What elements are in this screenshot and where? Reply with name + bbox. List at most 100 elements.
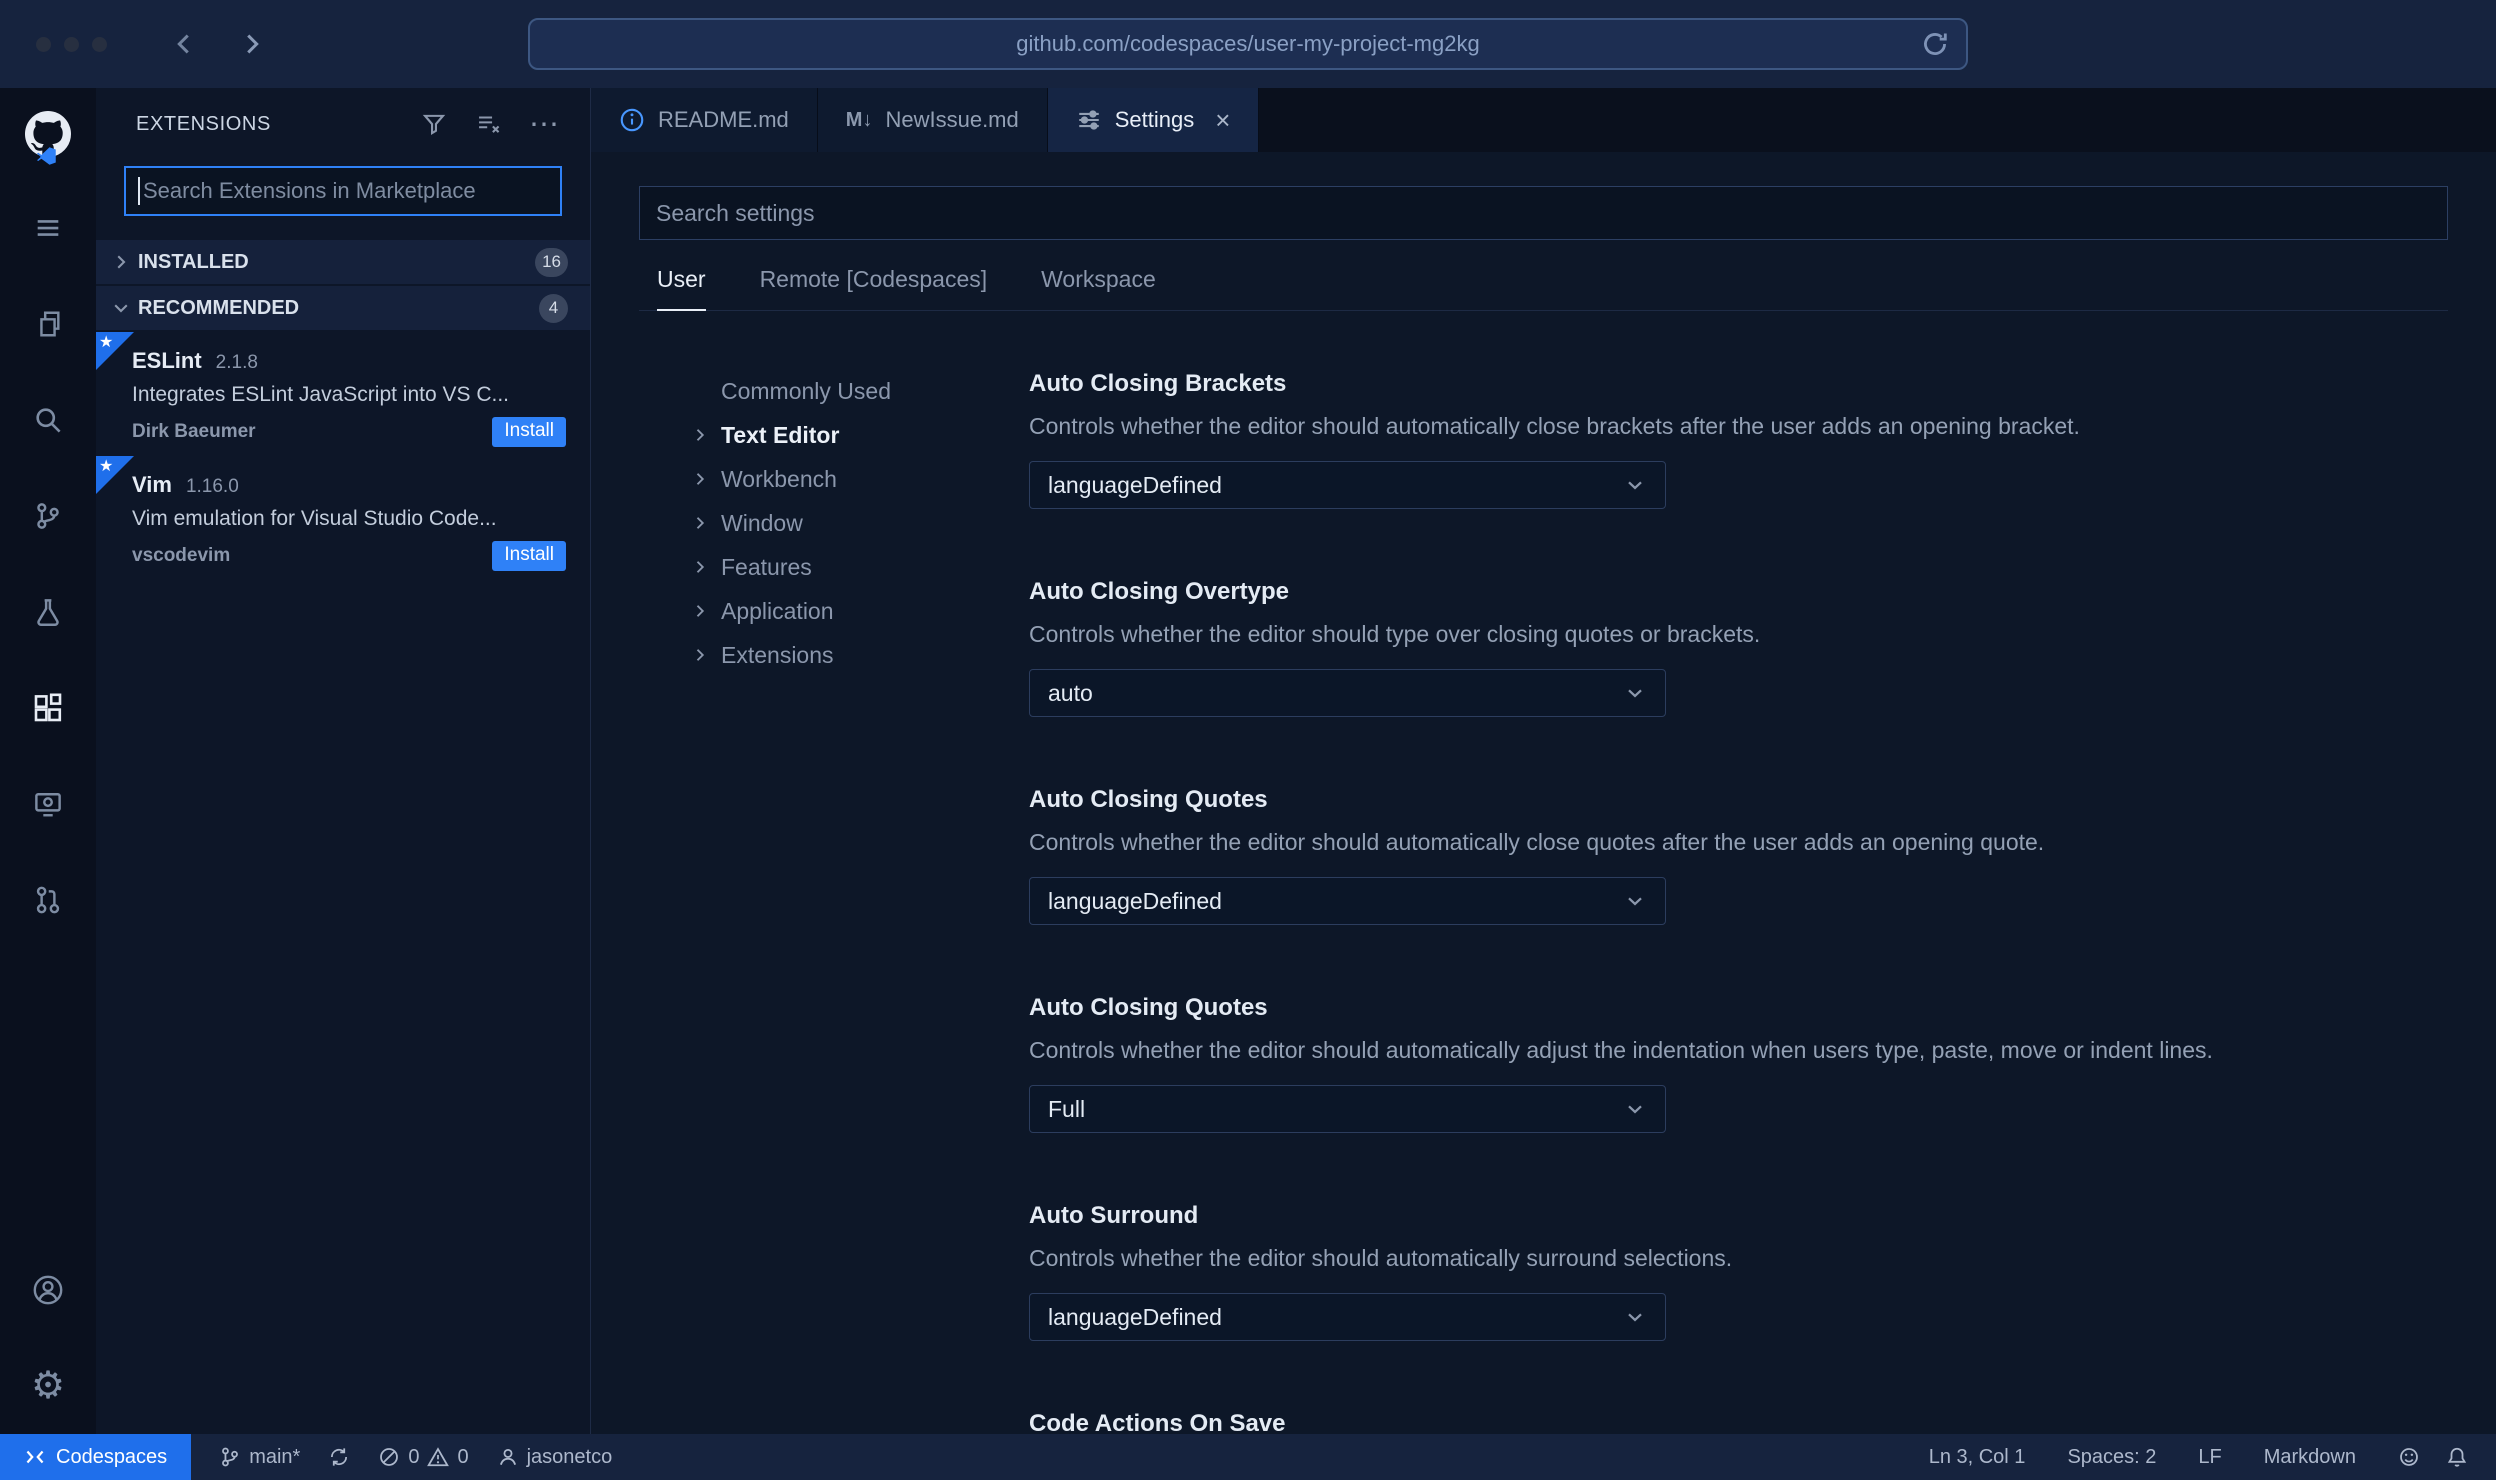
remote-indicator[interactable]: Codespaces bbox=[0, 1434, 192, 1480]
window-controls[interactable] bbox=[36, 36, 107, 52]
setting-description: Controls whether the editor should autom… bbox=[1029, 413, 2080, 439]
toc-window[interactable]: Window bbox=[639, 501, 1029, 545]
chevron-down-icon bbox=[110, 297, 132, 319]
setting-title: Auto Surround bbox=[1029, 1202, 1199, 1229]
extension-name: Vim bbox=[132, 472, 172, 497]
explorer-icon[interactable] bbox=[0, 276, 96, 372]
browser-titlebar: github.com/codespaces/user-my-project-mg… bbox=[0, 0, 2496, 88]
setting-description: Controls whether the editor should type … bbox=[1029, 621, 1761, 647]
more-actions-icon[interactable]: ⋯ bbox=[529, 109, 560, 139]
language-mode[interactable]: Markdown bbox=[2264, 1446, 2356, 1469]
refresh-icon[interactable] bbox=[1920, 29, 1950, 59]
setting-title: Auto Closing Brackets bbox=[1029, 370, 1287, 397]
setting-dropdown[interactable]: languageDefined bbox=[1029, 461, 1666, 509]
toc-label: Features bbox=[721, 553, 812, 580]
remote-explorer-icon[interactable] bbox=[0, 756, 96, 852]
chevron-right-icon bbox=[689, 557, 711, 577]
window-minimize-dot[interactable] bbox=[64, 36, 79, 52]
setting-dropdown[interactable]: auto bbox=[1029, 669, 1666, 717]
problems-status[interactable]: 0 0 bbox=[378, 1446, 469, 1469]
pull-request-icon[interactable] bbox=[0, 852, 96, 948]
scope-tab-user[interactable]: User bbox=[657, 266, 706, 311]
install-button[interactable]: Install bbox=[492, 541, 566, 571]
user-status[interactable]: jasonetco bbox=[497, 1446, 612, 1469]
setting-value: languageDefined bbox=[1048, 471, 1222, 498]
editor-tabbar: README.md M↓ NewIssue.md Settings × bbox=[591, 88, 2496, 152]
branch-status[interactable]: main* bbox=[219, 1446, 300, 1469]
indentation[interactable]: Spaces: 2 bbox=[2067, 1446, 2156, 1469]
setting-entry: Auto Surround Controls whether the edito… bbox=[1029, 1201, 2448, 1341]
extensions-search-box[interactable] bbox=[124, 166, 562, 216]
toc-features[interactable]: Features bbox=[639, 545, 1029, 589]
clear-extensions-icon[interactable] bbox=[475, 111, 501, 137]
markdown-icon: M↓ bbox=[845, 108, 873, 131]
toc-label: Window bbox=[721, 509, 803, 536]
extension-item-eslint[interactable]: ★ ESLint 2.1.8 Integrates ESLint JavaScr… bbox=[96, 332, 590, 456]
extension-description: Vim emulation for Visual Studio Code... bbox=[132, 507, 497, 530]
menu-icon[interactable] bbox=[0, 180, 96, 276]
star-icon: ★ bbox=[99, 334, 114, 351]
tab-newissue[interactable]: M↓ NewIssue.md bbox=[817, 88, 1048, 152]
address-bar[interactable]: github.com/codespaces/user-my-project-mg… bbox=[528, 18, 1968, 70]
setting-value: auto bbox=[1048, 679, 1093, 706]
toc-extensions[interactable]: Extensions bbox=[639, 633, 1029, 677]
setting-description: Controls whether the editor should autom… bbox=[1029, 829, 2045, 855]
chevron-right-icon bbox=[689, 601, 711, 621]
sync-status[interactable] bbox=[328, 1446, 350, 1468]
setting-dropdown[interactable]: languageDefined bbox=[1029, 877, 1666, 925]
filter-icon[interactable] bbox=[421, 111, 447, 137]
setting-title: Auto Closing Quotes bbox=[1029, 994, 1268, 1021]
setting-dropdown[interactable]: languageDefined bbox=[1029, 1293, 1666, 1341]
notifications-bell-icon[interactable] bbox=[2446, 1446, 2468, 1468]
scope-tab-remote[interactable]: Remote [Codespaces] bbox=[760, 266, 988, 310]
toc-label: Text Editor bbox=[721, 421, 840, 448]
toc-commonly-used[interactable]: Commonly Used bbox=[639, 369, 1029, 413]
extension-description: Integrates ESLint JavaScript into VS C..… bbox=[132, 383, 510, 406]
error-icon bbox=[378, 1446, 400, 1468]
browser-back-icon[interactable] bbox=[169, 29, 199, 59]
search-icon[interactable] bbox=[0, 372, 96, 468]
person-icon bbox=[497, 1446, 519, 1468]
extension-publisher: vscodevim bbox=[132, 545, 231, 566]
window-maximize-dot[interactable] bbox=[92, 36, 107, 52]
extension-item-vim[interactable]: ★ Vim 1.16.0 Vim emulation for Visual St… bbox=[96, 456, 590, 580]
toc-application[interactable]: Application bbox=[639, 589, 1029, 633]
eol-sequence[interactable]: LF bbox=[2198, 1446, 2221, 1469]
account-icon[interactable] bbox=[0, 1242, 96, 1338]
setting-value: Full bbox=[1048, 1095, 1086, 1122]
setting-description: Controls whether the editor should autom… bbox=[1029, 1037, 2213, 1063]
settings-scope-tabs: User Remote [Codespaces] Workspace bbox=[639, 266, 2448, 311]
section-installed[interactable]: INSTALLED 16 bbox=[96, 240, 590, 284]
setting-dropdown[interactable]: Full bbox=[1029, 1085, 1666, 1133]
cursor-position[interactable]: Ln 3, Col 1 bbox=[1929, 1446, 2026, 1469]
codespaces-remote-icon bbox=[24, 1446, 46, 1468]
toc-text-editor[interactable]: Text Editor bbox=[639, 413, 1029, 457]
browser-forward-icon[interactable] bbox=[237, 29, 267, 59]
tab-label: README.md bbox=[658, 107, 789, 132]
test-flask-icon[interactable] bbox=[0, 564, 96, 660]
source-control-icon[interactable] bbox=[0, 468, 96, 564]
extension-publisher: Dirk Baeumer bbox=[132, 421, 256, 442]
window-close-dot[interactable] bbox=[36, 36, 51, 52]
extensions-icon[interactable] bbox=[0, 660, 96, 756]
section-recommended[interactable]: RECOMMENDED 4 bbox=[96, 286, 590, 330]
toc-label: Extensions bbox=[721, 641, 834, 668]
toc-workbench[interactable]: Workbench bbox=[639, 457, 1029, 501]
codespaces-window: github.com/codespaces/user-my-project-mg… bbox=[0, 0, 2496, 1480]
install-button[interactable]: Install bbox=[492, 417, 566, 447]
tab-settings[interactable]: Settings × bbox=[1047, 88, 1260, 152]
settings-search-box[interactable] bbox=[639, 186, 2448, 240]
extensions-search-input[interactable] bbox=[143, 178, 548, 204]
status-bar: Codespaces main* 0 0 jasonetco Ln 3, Col… bbox=[0, 1434, 2496, 1480]
chevron-right-icon bbox=[689, 513, 711, 533]
feedback-icon[interactable] bbox=[2398, 1446, 2420, 1468]
branch-icon bbox=[219, 1446, 241, 1468]
extension-name: ESLint bbox=[132, 348, 202, 373]
tab-readme[interactable]: README.md bbox=[591, 88, 818, 152]
settings-gear-icon[interactable]: ⚙ bbox=[0, 1338, 96, 1434]
setting-entry: Auto Closing Overtype Controls whether t… bbox=[1029, 577, 2448, 717]
settings-search-input[interactable] bbox=[656, 199, 2431, 227]
extensions-sidebar: EXTENSIONS ⋯ INST bbox=[96, 88, 590, 1434]
close-icon[interactable]: × bbox=[1215, 107, 1230, 133]
scope-tab-workspace[interactable]: Workspace bbox=[1041, 266, 1156, 310]
